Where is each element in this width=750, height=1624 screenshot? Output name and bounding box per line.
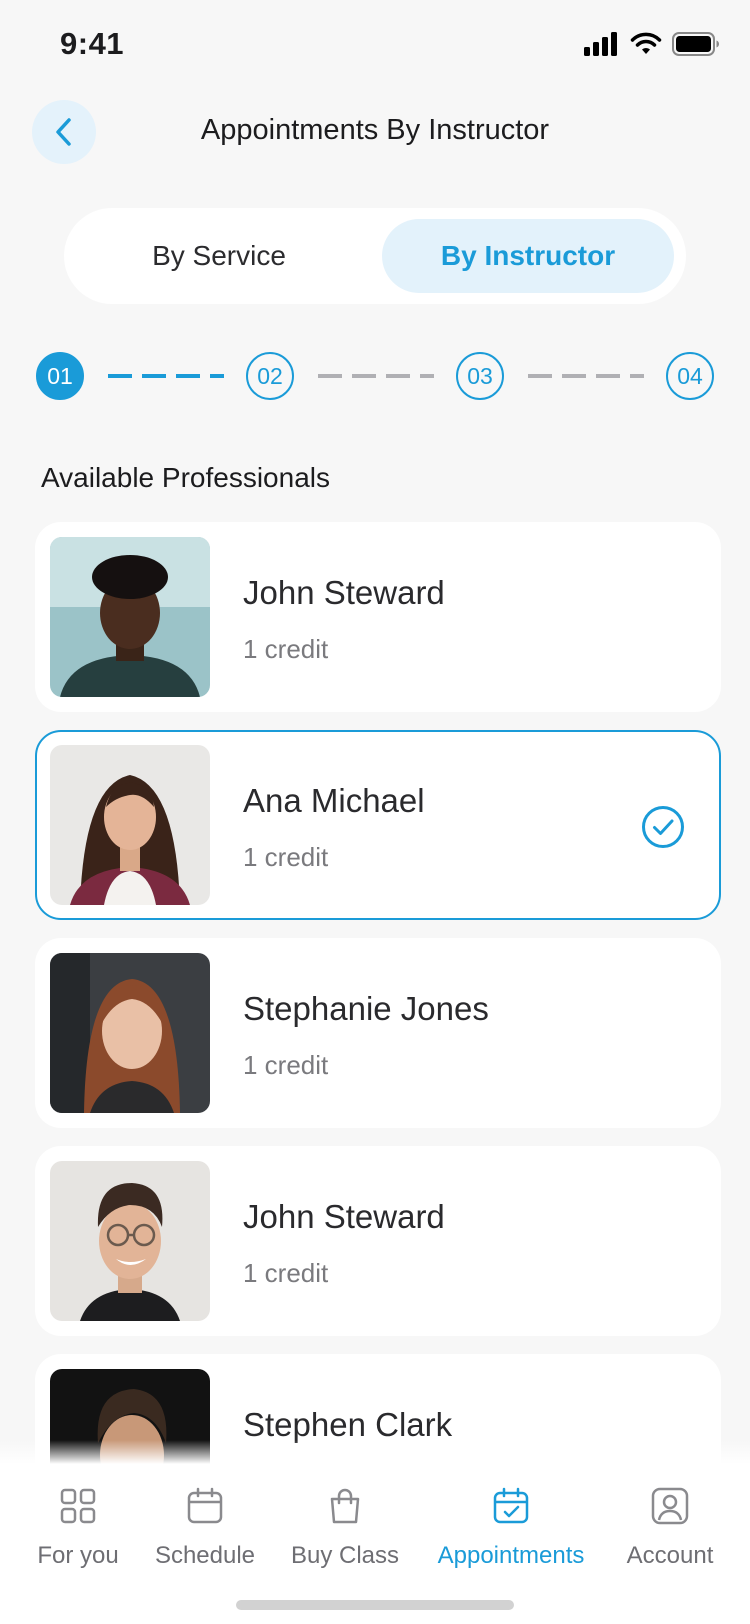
- nav-label: For you: [37, 1542, 119, 1569]
- segmented-control: By Service By Instructor: [64, 208, 686, 304]
- home-indicator: [236, 1600, 514, 1610]
- step-1: 01: [36, 352, 84, 400]
- status-icons: [584, 32, 720, 56]
- stepper: 01 02 03 04: [36, 352, 716, 402]
- step-4: 04: [666, 352, 714, 400]
- step-2: 02: [246, 352, 294, 400]
- grid-icon: [60, 1488, 96, 1524]
- step-connector: [528, 374, 644, 378]
- nav-item-appointments[interactable]: Appointments: [428, 1486, 594, 1570]
- nav-label: Schedule: [154, 1542, 256, 1569]
- professional-credit: 1 credit: [243, 842, 329, 872]
- page-title: Appointments By Instructor: [200, 114, 550, 146]
- professional-credit: 1 credit: [243, 1050, 329, 1080]
- avatar: [50, 1161, 210, 1321]
- professional-name: Stephanie Jones: [243, 990, 489, 1027]
- calendar-check-icon: [493, 1487, 529, 1524]
- battery-icon: [672, 32, 719, 56]
- shopping-bag-icon: [330, 1488, 360, 1524]
- professional-card-selected[interactable]: Ana Michael 1 credit: [35, 730, 721, 920]
- step-connector: [318, 374, 434, 378]
- avatar: [50, 745, 210, 905]
- nav-item-account[interactable]: Account: [612, 1486, 728, 1570]
- step-connector: [108, 374, 224, 378]
- professional-name: John Steward: [243, 574, 445, 611]
- nav-item-buy-class[interactable]: Buy Class: [280, 1486, 410, 1570]
- tab-by-service[interactable]: By Service: [74, 219, 364, 293]
- nav-label: Account: [626, 1542, 714, 1569]
- tab-by-instructor[interactable]: By Instructor: [382, 219, 674, 293]
- avatar: [50, 537, 210, 697]
- bottom-fade: [0, 1440, 750, 1464]
- professional-credit: 1 credit: [243, 1258, 329, 1288]
- check-circle-icon: [642, 806, 684, 848]
- section-title: Available Professionals: [41, 462, 330, 493]
- avatar: [50, 953, 210, 1113]
- nav-label: Appointments: [437, 1542, 585, 1569]
- professional-card[interactable]: Stephanie Jones 1 credit: [35, 938, 721, 1128]
- bottom-nav: For you Schedule Buy Class Appointments: [0, 1464, 750, 1624]
- professional-name: Stephen Clark: [243, 1406, 453, 1443]
- nav-label: Buy Class: [290, 1542, 400, 1569]
- professional-card[interactable]: John Steward 1 credit: [35, 522, 721, 712]
- nav-item-for-you[interactable]: For you: [18, 1486, 138, 1570]
- signal-icon: [584, 32, 617, 56]
- account-icon: [651, 1487, 689, 1525]
- professional-name: John Steward: [243, 1198, 445, 1235]
- wifi-icon: [630, 32, 662, 54]
- nav-item-schedule[interactable]: Schedule: [143, 1486, 267, 1570]
- status-time: 9:41: [60, 26, 125, 61]
- calendar-icon: [187, 1487, 223, 1524]
- step-3: 03: [456, 352, 504, 400]
- status-bar: 9:41: [0, 0, 750, 92]
- professional-credit: 1 credit: [243, 634, 329, 664]
- professional-name: Ana Michael: [243, 782, 425, 819]
- professional-card[interactable]: John Steward 1 credit: [35, 1146, 721, 1336]
